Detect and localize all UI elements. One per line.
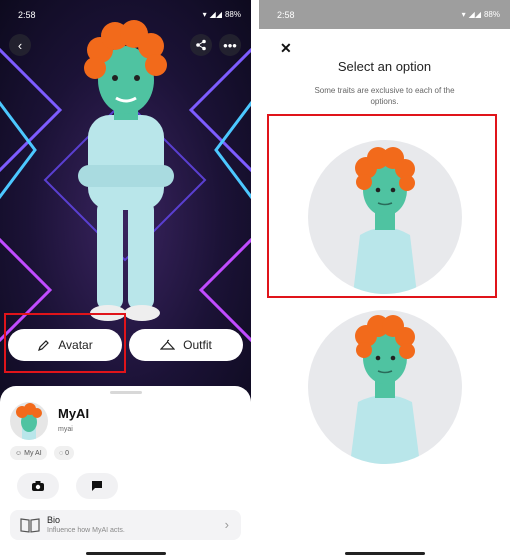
profile-username: myai [58,426,73,433]
bitmoji-avatar-icon [16,403,42,440]
close-icon[interactable]: ✕ [280,40,292,57]
avatar-editor-screen: 2:58 ▾ ◢◢ 88% ‹ ••• Avatar Outfit MyAI m… [0,0,251,560]
chevron-left-icon: ‹ [17,37,23,53]
gesture-nav-bar[interactable] [86,552,166,555]
my-ai-badge-label: My AI [24,449,42,457]
share-icon [196,39,206,51]
avatar[interactable] [10,402,48,440]
status-bar: 2:58 ▾ ◢◢ 88% [259,0,510,29]
my-ai-badge: ☺ My AI [10,446,47,460]
select-option-screen: 2:58 ▾ ◢◢ 88% ✕ Select an option Some tr… [259,0,510,560]
highlight-box-option-1 [267,114,497,298]
more-options-button[interactable]: ••• [219,34,241,56]
avatar-figure [78,20,174,321]
chevron-right-icon: › [224,517,229,532]
wifi-icon: ▾ [461,10,466,19]
battery-level: 88% [224,10,241,19]
avatar-option-2[interactable] [308,310,462,464]
sheet-handle[interactable] [110,391,142,394]
bio-subtitle: Influence how MyAI acts. [47,527,125,534]
signal-icon: ◢◢ [468,10,481,19]
profile-name: MyAI [58,406,90,421]
profile-sheet: MyAI myai ☺ My AI ◌ 0 Bio Influence how … [0,386,251,560]
outfit-button-label: Outfit [183,338,212,352]
page-title: Select an option [337,59,432,74]
friends-count-badge: ◌ 0 [54,446,75,460]
hanger-icon [160,339,176,350]
status-time: 2:58 [277,9,295,20]
book-icon [20,518,40,533]
chat-button[interactable] [76,473,118,499]
bio-title: Bio [47,515,61,525]
wifi-icon: ▾ [202,10,207,19]
back-button[interactable]: ‹ [9,34,31,56]
ghost-icon: ◌ [59,449,64,457]
highlight-box-avatar [4,313,126,373]
bio-row[interactable]: Bio Influence how MyAI acts. › [10,510,241,540]
status-bar: 2:58 ▾ ◢◢ 88% [0,0,251,29]
bitmoji-option-2-icon [350,315,420,464]
battery-level: 88% [483,10,500,19]
signal-icon: ◢◢ [209,10,222,19]
page-subtitle: Some traits are exclusive to each of the… [314,86,455,106]
outfit-button[interactable]: Outfit [129,329,243,361]
friend-count: 0 [65,449,70,457]
status-time: 2:58 [18,9,36,20]
chat-icon [92,481,102,491]
more-horizontal-icon: ••• [223,37,237,53]
share-button[interactable] [190,34,212,56]
robot-icon: ☺ [15,449,23,457]
gesture-nav-bar[interactable] [345,552,425,555]
camera-icon [32,481,44,491]
camera-button[interactable] [17,473,59,499]
